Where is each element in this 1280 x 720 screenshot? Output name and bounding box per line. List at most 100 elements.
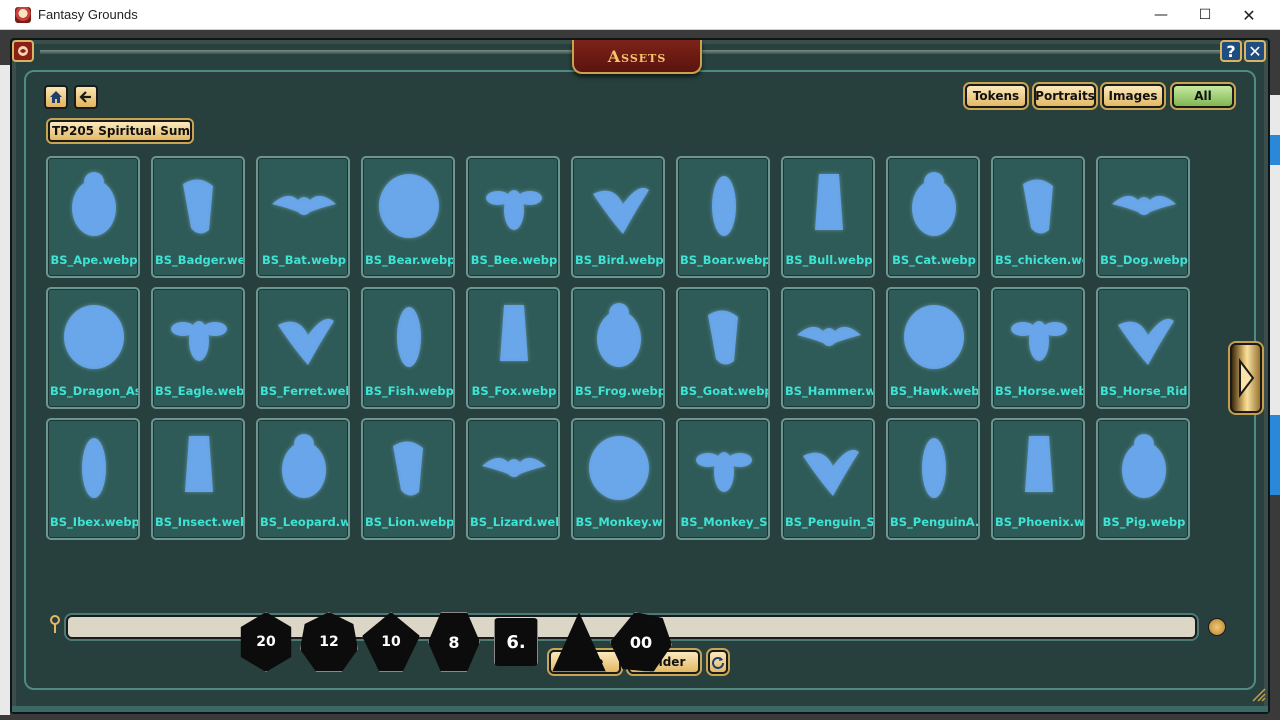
goat-icon [688,295,760,377]
dice-tray: 20 12 10 8 6. 00 [238,610,678,676]
d6-die-icon[interactable]: 6. [494,618,538,666]
hammer-icon [793,295,865,377]
monkey-icon [583,426,655,508]
asset-tile[interactable]: BS_PenguinA. [886,418,980,540]
asset-tile[interactable]: BS_Insect.web [151,418,245,540]
boar-icon [688,164,760,246]
os-close-button[interactable]: ✕ [1226,0,1272,30]
asset-tile[interactable]: BS_Cat.webp [886,156,980,278]
asset-label: BS_Frog.webp [575,384,663,398]
hawk-icon [898,295,970,377]
d8-die-icon[interactable]: 8 [428,612,480,672]
asset-tile[interactable]: BS_Goat.webp [676,287,770,409]
bull-icon [793,164,865,246]
filter-images-button[interactable]: Images [1102,84,1164,108]
asset-tile[interactable]: BS_Horse.web [991,287,1085,409]
asset-tile[interactable]: BS_Horse_Ridi [1096,287,1190,409]
refresh-button[interactable] [708,650,728,674]
asset-tile[interactable]: BS_Boar.webp [676,156,770,278]
asset-tile[interactable]: BS_Bird.webp [571,156,665,278]
asset-label: BS_Lizard.web [470,515,558,529]
asset-tile[interactable]: BS_Leopard.w [256,418,350,540]
asset-tile[interactable]: BS_Frog.webp [571,287,665,409]
asset-tile[interactable]: BS_Hawk.web [886,287,980,409]
folder-breadcrumb[interactable]: TP205 Spiritual Summo [48,120,192,142]
resize-grip-icon[interactable] [1250,686,1266,702]
asset-tile[interactable]: BS_Bee.webp [466,156,560,278]
ibex-icon [58,426,130,508]
asset-tile[interactable]: BS_Hammer.w [781,287,875,409]
d20-die-icon[interactable]: 20 [240,612,292,672]
asset-label: BS_Monkey_S [680,515,768,529]
asset-tile[interactable]: BS_Fish.webp [361,287,455,409]
frog-icon [583,295,655,377]
asset-tile[interactable]: BS_Phoenix.w [991,418,1085,540]
asset-tile[interactable]: BS_Fox.webp [466,287,560,409]
asset-label: BS_Cat.webp [892,253,976,267]
maximize-button[interactable]: ☐ [1182,0,1228,30]
ape-icon [58,164,130,246]
bird-icon [583,164,655,246]
next-page-button[interactable] [1230,343,1262,413]
eagle-icon [163,295,235,377]
filter-tokens-button[interactable]: Tokens [965,84,1027,108]
asset-tile[interactable]: BS_Ape.webp [46,156,140,278]
asset-tile[interactable]: BS_Bull.webp [781,156,875,278]
asset-tile[interactable]: BS_Monkey_S [676,418,770,540]
back-button[interactable] [74,85,98,109]
asset-tile[interactable]: BS_Eagle.web [151,287,245,409]
asset-label: BS_chicken.we [995,253,1083,267]
asset-label: BS_Goat.webp [680,384,768,398]
asset-tile[interactable]: BS_chicken.we [991,156,1085,278]
penguin-icon [898,426,970,508]
asset-tile[interactable]: BS_Pig.webp [1096,418,1190,540]
fox-icon [478,295,550,377]
insect-icon [163,426,235,508]
background-panel-left [0,65,10,715]
minimize-button[interactable]: — [1138,0,1184,30]
asset-label: BS_Ape.webp [50,253,138,267]
dog-icon [1108,164,1180,246]
asset-tile[interactable]: BS_Ibex.webp [46,418,140,540]
home-button[interactable] [44,85,68,109]
d100-die-icon[interactable]: 00 [610,612,672,672]
asset-tile[interactable]: BS_Ferret.web [256,287,350,409]
window-title: Assets [607,46,667,66]
asset-tile[interactable]: BS_Dog.webp [1096,156,1190,278]
filter-all-button[interactable]: All [1172,84,1234,108]
search-icon [50,615,60,633]
asset-label: BS_Monkey.w [575,515,663,529]
d4-die-icon[interactable] [552,612,606,672]
asset-tile[interactable]: BS_Lion.webp [361,418,455,540]
asset-label: BS_PenguinA. [890,515,978,529]
asset-tile[interactable]: BS_Bat.webp [256,156,350,278]
d10-die-icon[interactable]: 10 [362,612,420,672]
bat-icon [268,164,340,246]
asset-label: BS_Fox.webp [471,384,557,398]
horse-icon [1003,295,1075,377]
filter-portraits-button[interactable]: Portraits [1034,84,1096,108]
asset-label: BS_Bird.webp [575,253,663,267]
horse-riding-icon [1108,295,1180,377]
asset-label: BS_Lion.webp [365,515,453,529]
phoenix-icon [1003,426,1075,508]
asset-label: BS_Eagle.web [155,384,243,398]
lizard-icon [478,426,550,508]
asset-tile[interactable]: BS_Monkey.w [571,418,665,540]
window-title-tab[interactable]: Assets [572,40,702,74]
help-button[interactable]: ? [1220,40,1242,62]
asset-tile[interactable]: BS_Bear.webp [361,156,455,278]
d12-die-icon[interactable]: 12 [300,612,358,672]
asset-tile[interactable]: BS_Penguin_S [781,418,875,540]
asset-label: BS_Ibex.webp [50,515,138,529]
asset-label: BS_Badger.we [155,253,243,267]
grid-view-toggle-icon[interactable] [1208,618,1226,636]
close-window-button[interactable]: ✕ [1244,40,1266,62]
asset-tile[interactable]: BS_Dragon_As [46,287,140,409]
asset-tile[interactable]: BS_Badger.we [151,156,245,278]
arrow-left-icon [79,91,91,103]
asset-label: BS_Pig.webp [1102,515,1186,529]
asset-tile[interactable]: BS_Lizard.web [466,418,560,540]
window-menu-icon[interactable] [12,40,34,62]
pig-icon [1108,426,1180,508]
